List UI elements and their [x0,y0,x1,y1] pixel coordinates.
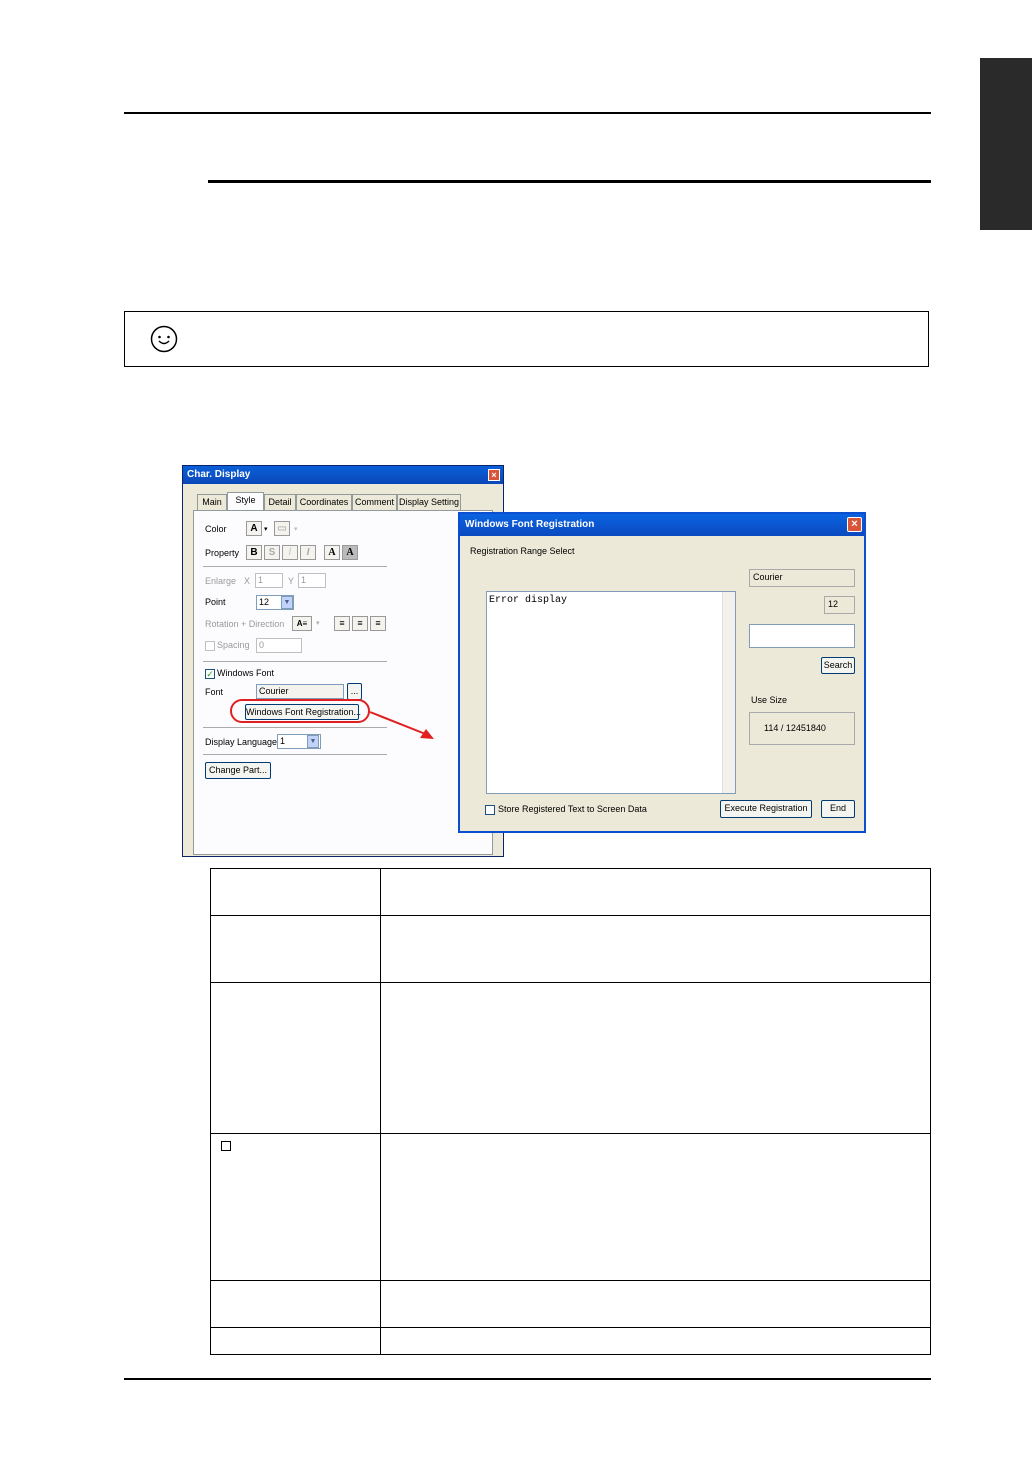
font-registration-dialog: Windows Font Registration × Registration… [458,512,866,833]
change-part-button[interactable]: Change Part... [205,762,271,779]
tab-coordinates[interactable]: Coordinates [296,494,352,510]
char-display-title: Char. Display [183,466,503,484]
property-label: Property [205,548,240,558]
separator [203,661,387,662]
search-input[interactable] [749,624,855,648]
highlight-oval [230,699,370,723]
table-row-divider [211,915,930,916]
table-row-divider [211,1133,930,1134]
table-row-divider [211,1327,930,1328]
end-button[interactable]: End [821,800,855,818]
scrollbar[interactable] [722,592,735,793]
rotation-label: Rotation + Direction [205,619,285,629]
enlarge-y-label: Y [288,576,295,586]
tab-detail[interactable]: Detail [264,494,296,510]
enlarge-x-field[interactable]: 1 [255,573,283,588]
rotation-select[interactable]: A≡ [292,616,312,631]
fill-color-button[interactable]: ▭ [274,521,290,536]
separator [203,754,387,755]
chevron-down-icon[interactable]: ▼ [307,735,319,748]
separator [203,566,387,567]
table-row-divider [211,1280,930,1281]
separator [203,727,387,728]
store-text-checkbox[interactable] [485,805,495,815]
tab-style[interactable]: Style [227,492,264,511]
font-registration-title: Windows Font Registration [460,514,864,536]
strike-button[interactable]: / [282,545,298,560]
search-button[interactable]: Search [821,657,855,674]
header-rule [124,112,931,114]
spacing-field[interactable]: 0 [256,638,302,653]
arrow-icon [369,711,434,739]
font-field[interactable]: Courier [256,684,344,699]
windows-font-label: Windows Font [217,668,275,678]
align-left-icon[interactable]: ≡ [334,616,350,631]
point-label: Point [205,597,226,607]
checkbox-symbol [221,1141,231,1151]
text-color-button[interactable]: A [246,521,262,536]
registration-text: Error display [489,595,568,606]
registration-text-area[interactable]: Error display [486,591,736,794]
table-column-divider [380,869,381,1354]
chevron-down-icon[interactable]: ▼ [281,596,293,609]
section-rule [208,180,931,183]
enlarge-y-field[interactable]: 1 [298,573,326,588]
close-icon[interactable]: × [847,517,862,532]
range-label: Registration Range Select [470,546,575,556]
display-language-label: Display Language [205,737,278,747]
chevron-down-icon[interactable]: ▾ [294,525,298,533]
store-text-label: Store Registered Text to Screen Data [498,804,647,814]
font-browse-button[interactable]: ... [347,683,362,700]
spacing-checkbox[interactable] [205,641,215,651]
font-name-display: Courier [749,569,855,587]
enlarge-x-label: X [244,576,251,586]
close-icon[interactable]: × [488,469,500,481]
chevron-down-icon[interactable]: ▾ [264,525,268,533]
tab-display-setting[interactable]: Display Setting [397,494,461,510]
description-table [210,868,931,1355]
color-label: Color [205,524,227,534]
execute-registration-button[interactable]: Execute Registration [720,800,812,818]
footer-rule [124,1378,931,1380]
table-row-divider [211,982,930,983]
bold-button[interactable]: B [246,545,262,560]
windows-font-checkbox[interactable]: ✓ [205,669,215,679]
align-center-icon[interactable]: ≡ [352,616,368,631]
tab-main[interactable]: Main [197,494,227,510]
style-panel: Color A ▾ ▭ ▾ Property B S / I A A Enlar… [193,510,493,855]
tab-comment[interactable]: Comment [352,494,397,510]
italic-button[interactable]: I [300,545,316,560]
chapter-tab [980,58,1032,230]
font-label: Font [205,687,224,697]
chevron-down-icon[interactable]: ▾ [316,619,320,627]
spacing-label: Spacing [217,640,250,650]
use-size-label: Use Size [751,695,788,705]
reverse-text-button[interactable]: A [342,545,358,560]
char-display-dialog: Char. Display × Main Style Detail Coordi… [182,465,504,857]
note-box [124,311,929,367]
font-size-display: 12 [824,596,855,614]
use-size-display: 114 / 12451840 [749,712,855,745]
normal-text-button[interactable]: A [324,545,340,560]
align-right-icon[interactable]: ≡ [370,616,386,631]
smiley-icon [150,325,178,353]
enlarge-label: Enlarge [205,576,237,586]
shadow-button[interactable]: S [264,545,280,560]
